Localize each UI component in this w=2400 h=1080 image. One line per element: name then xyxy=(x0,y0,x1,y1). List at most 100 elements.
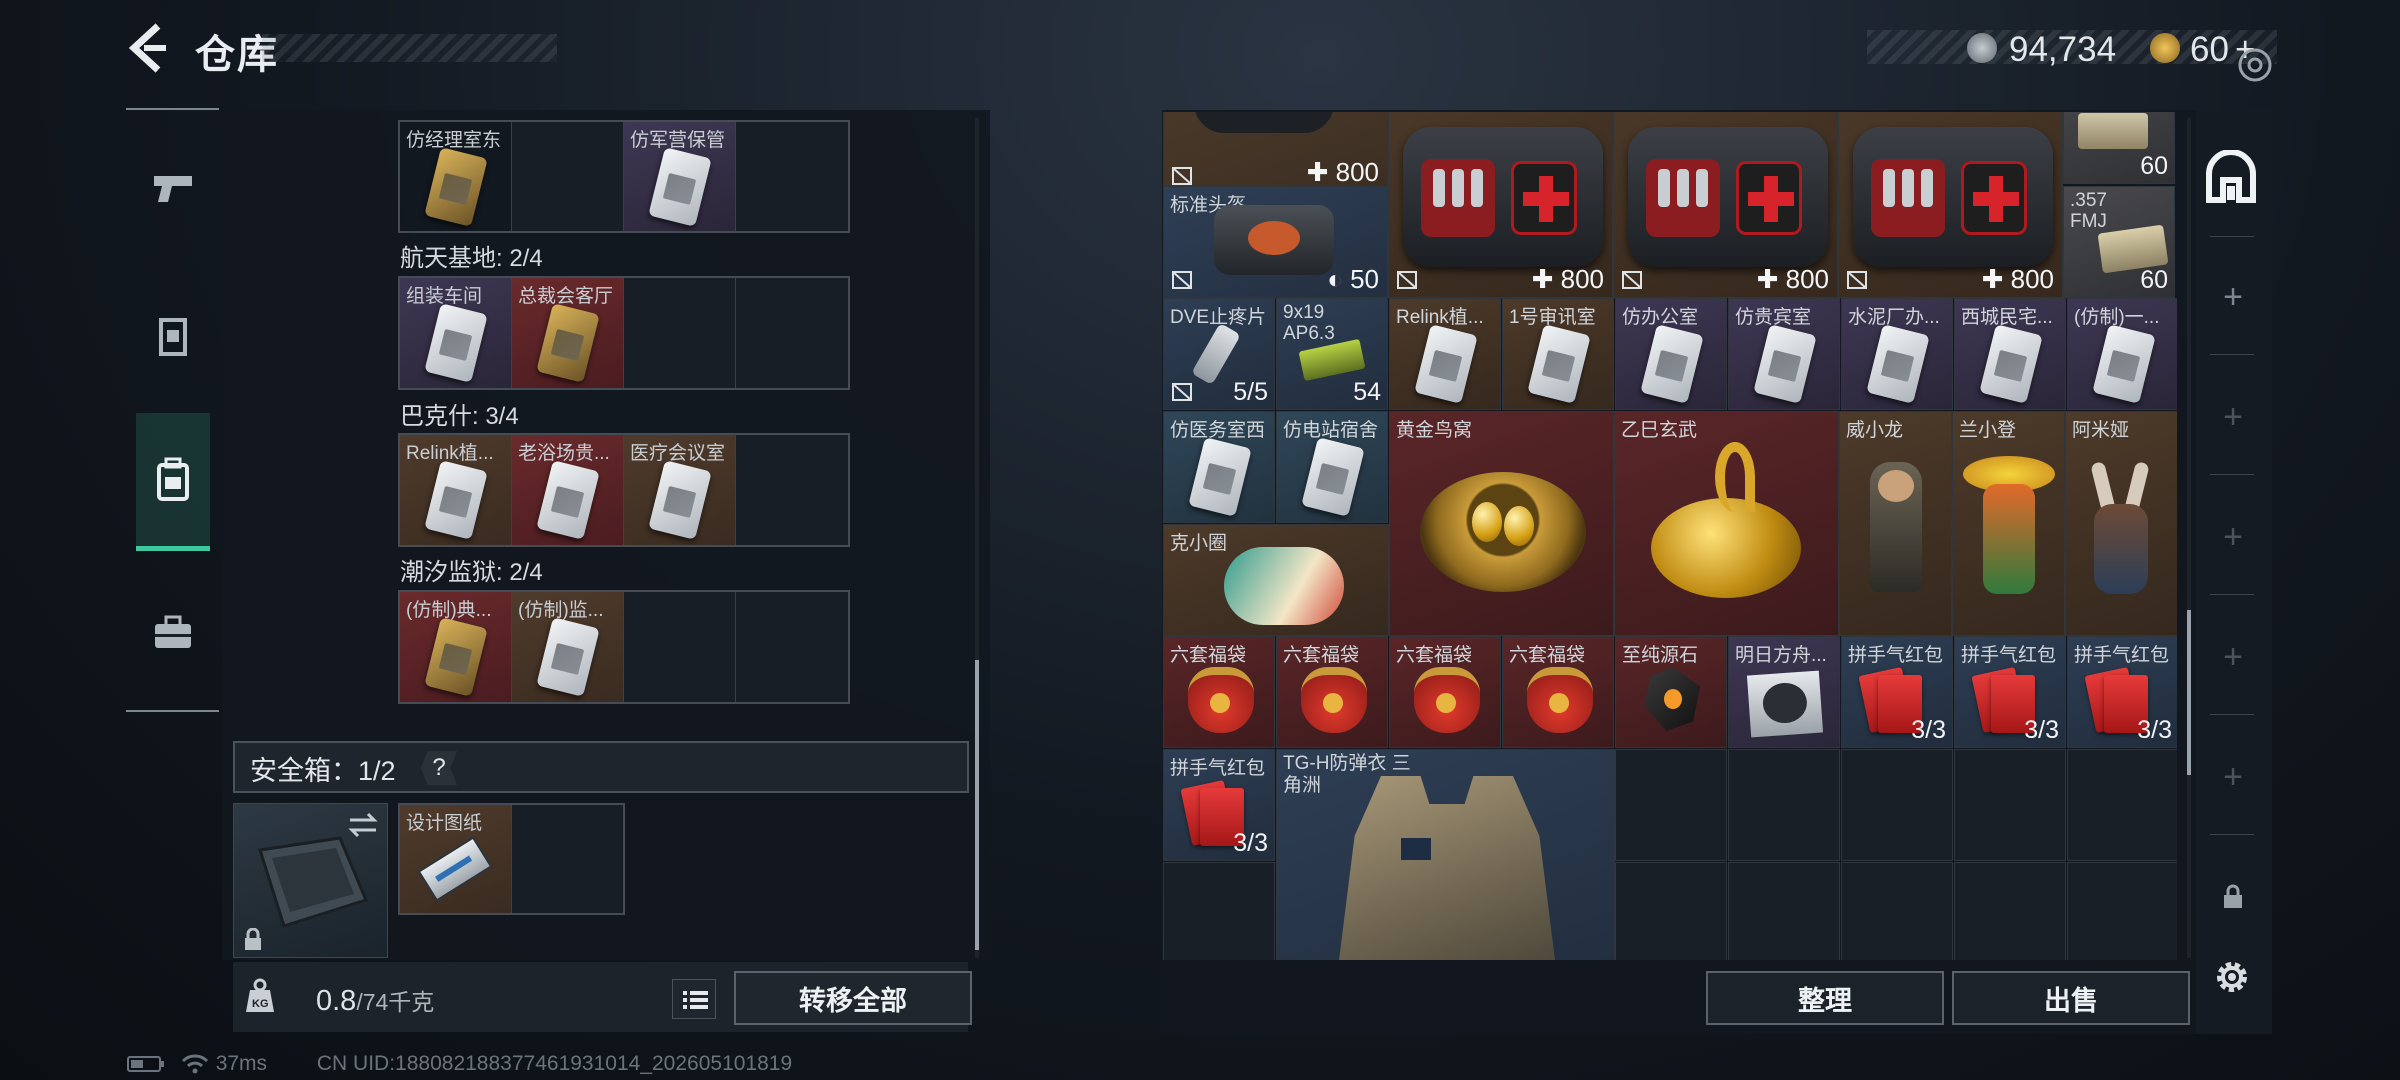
item-lucky-bag[interactable]: 六套福袋 xyxy=(1389,636,1501,748)
item-count: ✚ 800 xyxy=(1756,264,1829,294)
back-arrow-icon[interactable] xyxy=(126,22,170,74)
keycard-item[interactable]: Relink植... xyxy=(1389,298,1501,410)
item-dve-painkiller[interactable]: DVE止疼片 5/5 xyxy=(1163,298,1275,410)
keycard-item[interactable]: 水泥厂办... xyxy=(1841,298,1953,410)
item-count: 60 xyxy=(2140,152,2168,180)
item-red-envelope[interactable]: 拼手气红包 3/3 xyxy=(2067,636,2177,748)
add-storage-tab-icon[interactable]: + xyxy=(2218,520,2248,554)
rail-divider-bottom xyxy=(126,710,219,712)
empty-slot[interactable] xyxy=(512,122,624,231)
add-storage-tab-icon[interactable]: + xyxy=(2218,400,2248,434)
empty-slot[interactable] xyxy=(1841,862,1953,960)
empty-slot[interactable] xyxy=(1615,749,1727,861)
blueprint-slot[interactable]: 设计图纸 xyxy=(400,805,512,913)
item-figure-kexiaoquan[interactable]: 克小圈 xyxy=(1163,524,1389,636)
keycard-slot[interactable]: (仿制)典... xyxy=(400,592,512,702)
empty-slot[interactable] xyxy=(512,805,623,913)
swap-icon[interactable] xyxy=(346,812,380,838)
item-label: 拼手气红包 xyxy=(1170,758,1266,779)
empty-slot[interactable] xyxy=(1163,862,1275,960)
empty-slot[interactable] xyxy=(1728,749,1840,861)
keycard-slot[interactable]: 组装车间 xyxy=(400,278,512,388)
add-storage-tab-icon[interactable]: + xyxy=(2218,760,2248,794)
warehouse-icon[interactable] xyxy=(2205,150,2257,204)
list-view-button[interactable] xyxy=(672,979,716,1019)
safe-case-icon xyxy=(258,836,369,928)
item-standard-helmet[interactable]: 标准头盔 ◐ 50 xyxy=(1163,186,1388,298)
item-red-envelope[interactable]: 拼手气红包 3/3 xyxy=(1954,636,2066,748)
category-cases[interactable] xyxy=(136,577,210,687)
no-drop-icon xyxy=(1172,271,1192,289)
empty-slot[interactable] xyxy=(736,278,848,388)
item-durability: ◐ 50 xyxy=(1327,264,1379,294)
item-9x19-ap63[interactable]: 9x19 AP6.3 54 xyxy=(1276,298,1388,410)
keycard-slot[interactable]: (仿制)监... xyxy=(512,592,624,702)
keycard-item[interactable]: 仿办公室 xyxy=(1615,298,1727,410)
keycard-icon xyxy=(1979,324,2043,404)
empty-slot[interactable] xyxy=(624,278,736,388)
item-label: 9x19 AP6.3 xyxy=(1283,302,1335,344)
item-label: 乙巳玄武 xyxy=(1621,420,1698,441)
currency-bar: 94,734 60 + xyxy=(1867,30,2277,69)
empty-slot[interactable] xyxy=(736,592,848,702)
empty-slot[interactable] xyxy=(1954,862,2066,960)
category-equipment[interactable] xyxy=(136,281,210,391)
item-figure-weixiaolong[interactable]: 威小龙 xyxy=(1839,411,1952,636)
right-scrollbar-thumb[interactable] xyxy=(2187,610,2191,775)
keycard-slot[interactable]: 总裁会客厅 xyxy=(512,278,624,388)
keycard-item[interactable]: (仿制)一... xyxy=(2067,298,2177,410)
item-figure-lanxiaodeng[interactable]: 兰小登 xyxy=(1952,411,2065,636)
keycard-item[interactable]: 仿贵宾室 xyxy=(1728,298,1840,410)
item-first-aid-kit[interactable]: ✚ 800 xyxy=(1838,112,2063,298)
safe-case-slot[interactable] xyxy=(233,803,388,958)
item-ammo-box[interactable]: 60 xyxy=(2063,112,2175,184)
item-tgh-armor[interactable]: TG-H防弹衣 三角洲 xyxy=(1276,749,1615,960)
gear-icon[interactable] xyxy=(2210,955,2254,999)
category-storage[interactable] xyxy=(136,413,210,551)
slot-label: (仿制)典... xyxy=(406,600,492,621)
keycard-slot[interactable]: 老浴场贵... xyxy=(512,435,624,545)
keycard-slot[interactable]: 医疗会议室 xyxy=(624,435,736,545)
item-first-aid-kit[interactable]: ✚ 800 xyxy=(1388,112,1613,298)
add-storage-tab-icon[interactable]: + xyxy=(2218,280,2248,314)
empty-slot[interactable] xyxy=(2067,749,2177,861)
keycard-item[interactable]: 西城民宅... xyxy=(1954,298,2066,410)
item-arknights[interactable]: 明日方舟... xyxy=(1728,636,1840,748)
item-golden-turtle[interactable]: 乙巳玄武 xyxy=(1614,411,1839,636)
transfer-all-button[interactable]: 转移全部 xyxy=(734,971,972,1025)
item-golden-nest[interactable]: 黄金鸟窝 xyxy=(1389,411,1614,636)
item-lucky-bag[interactable]: 六套福袋 xyxy=(1163,636,1275,748)
item-red-envelope[interactable]: 拼手气红包 3/3 xyxy=(1841,636,1953,748)
empty-slot[interactable] xyxy=(2067,862,2177,960)
category-weapons[interactable] xyxy=(136,133,210,243)
settings-target-icon[interactable] xyxy=(2232,42,2278,88)
keycard-slot[interactable]: 仿经理室东 xyxy=(400,122,512,231)
sell-button[interactable]: 出售 xyxy=(1952,971,2190,1025)
empty-slot[interactable] xyxy=(624,592,736,702)
keycard-slot[interactable]: Relink植... xyxy=(400,435,512,545)
item-originium[interactable]: 至纯源石 xyxy=(1615,636,1727,748)
sort-button[interactable]: 整理 xyxy=(1706,971,1944,1025)
add-storage-tab-icon[interactable]: + xyxy=(2218,640,2248,674)
keycard-item[interactable]: 仿医务室西 xyxy=(1163,411,1275,523)
left-scrollbar-thumb[interactable] xyxy=(975,660,979,950)
item-lucky-bag[interactable]: 六套福袋 xyxy=(1502,636,1614,748)
keycard-item[interactable]: 1号审讯室 xyxy=(1502,298,1614,410)
item-first-aid-kit[interactable]: ✚ 800 xyxy=(1613,112,1838,298)
empty-slot[interactable] xyxy=(1954,749,2066,861)
keycard-slot[interactable]: 仿军营保管 xyxy=(624,122,736,231)
item-count: 3/3 xyxy=(1233,829,1268,857)
item-red-envelope[interactable]: 拼手气红包 3/3 xyxy=(1163,749,1275,861)
item-label: 仿电站宿舍 xyxy=(1283,420,1379,441)
empty-slot[interactable] xyxy=(1841,749,1953,861)
right-scrollbar-track[interactable] xyxy=(2187,118,2191,958)
item-357-fmj[interactable]: .357 FMJ 60 xyxy=(2063,186,2175,298)
item-figure-amiya[interactable]: 阿米娅 xyxy=(2065,411,2177,636)
item-lucky-bag[interactable]: 六套福袋 xyxy=(1276,636,1388,748)
empty-slot[interactable] xyxy=(736,435,848,545)
empty-slot[interactable] xyxy=(1728,862,1840,960)
keycard-icon xyxy=(1640,324,1704,404)
empty-slot[interactable] xyxy=(1615,862,1727,960)
keycard-item[interactable]: 仿电站宿舍 xyxy=(1276,411,1388,523)
empty-slot[interactable] xyxy=(736,122,848,231)
